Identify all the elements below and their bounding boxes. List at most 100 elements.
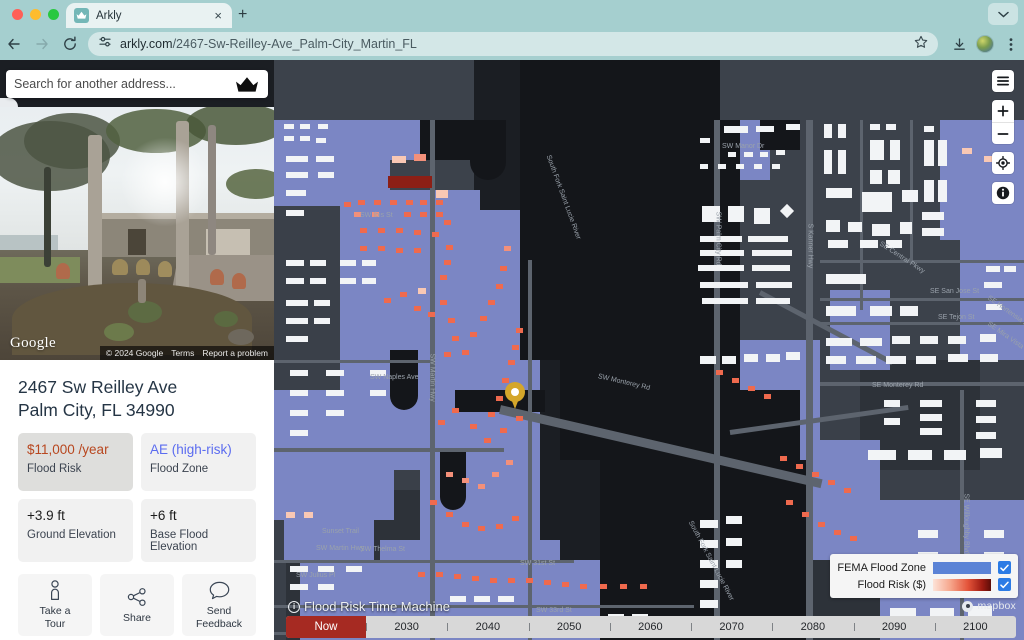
zoom-controls-group [992, 100, 1014, 144]
arkly-crown-logo-icon [234, 74, 260, 94]
new-tab-button[interactable]: + [238, 7, 247, 23]
mailbox-post [138, 279, 146, 303]
shrub [128, 301, 162, 323]
time-machine-year-2050[interactable]: 2050 [557, 616, 581, 638]
google-report-link[interactable]: Report a problem [202, 348, 268, 358]
send-feedback-label: Send Feedback [195, 605, 243, 631]
stat-value-base-flood-elevation: +6 ft [150, 507, 177, 523]
download-icon[interactable] [946, 31, 972, 57]
chevron-down-icon[interactable] [988, 3, 1018, 25]
time-machine-now-button[interactable]: Now [286, 616, 366, 638]
info-group [992, 182, 1014, 204]
tune-icon[interactable] [98, 35, 112, 54]
stat-card-flood-risk[interactable]: $11,000 /year Flood Risk [18, 432, 133, 491]
hamburger-icon[interactable] [992, 70, 1014, 92]
forward-arrow-icon[interactable] [28, 30, 56, 58]
time-machine-year-2080[interactable]: 2080 [801, 616, 825, 638]
url-domain: arkly.com [120, 37, 173, 51]
kebab-menu-icon[interactable] [998, 31, 1024, 57]
time-machine-tick [934, 623, 936, 631]
legend-swatch-fema [933, 561, 991, 574]
property-location-pin[interactable] [505, 382, 525, 410]
legend-checkbox-fema[interactable] [998, 561, 1011, 574]
time-machine-title-text: Flood Risk Time Machine [304, 599, 450, 614]
layers-menu-group [992, 70, 1014, 92]
reload-icon[interactable] [56, 30, 84, 58]
shrub [214, 311, 238, 327]
url-text: arkly.com/2467-Sw-Reilley-Ave_Palm-City_… [120, 37, 417, 51]
time-machine-year-2060[interactable]: 2060 [638, 616, 662, 638]
ornamental-plant [56, 263, 70, 279]
sun-glare [120, 137, 210, 227]
stat-card-ground-elevation[interactable]: +3.9 ft Ground Elevation [18, 498, 133, 563]
tab-title: Arkly [96, 9, 122, 22]
time-machine-year-2040[interactable]: 2040 [476, 616, 500, 638]
time-machine-tick [691, 623, 692, 631]
time-machine-tick [609, 623, 611, 631]
street-view-image[interactable]: Google © 2024 Google Terms Report a prob… [0, 107, 274, 360]
street-view-door [128, 229, 146, 255]
close-tab-icon[interactable]: × [212, 9, 224, 22]
boulder [228, 329, 254, 345]
take-a-tour-label: Take a Tour [39, 605, 71, 631]
ornamental-plant [136, 259, 150, 275]
property-stats-grid: $11,000 /year Flood Risk AE (high-risk) … [18, 432, 256, 563]
stat-label-flood-zone: Flood Zone [150, 463, 209, 476]
stat-value-flood-zone: AE (high-risk) [150, 441, 232, 457]
maximize-window-button[interactable] [48, 9, 59, 20]
time-machine-years[interactable]: 2030 2040 2050 2060 2070 2080 2090 2100 [366, 616, 1016, 638]
minimize-window-button[interactable] [30, 9, 41, 20]
search-bar: Search for another address... [6, 70, 268, 98]
zoom-out-button[interactable] [992, 122, 1014, 144]
address-bar[interactable]: arkly.com/2467-Sw-Reilley-Ave_Palm-City_… [88, 32, 938, 56]
window-traffic-lights [12, 9, 59, 20]
page-viewport: South Fork Saint Lucie River SW Ibis St … [0, 60, 1024, 640]
back-arrow-icon[interactable] [0, 30, 28, 58]
browser-tab-arkly[interactable]: Arkly × [66, 3, 232, 28]
search-input[interactable]: Search for another address... [6, 70, 268, 98]
stat-label-ground-elevation: Ground Elevation [27, 529, 116, 542]
send-feedback-button[interactable]: Send Feedback [182, 574, 256, 637]
stat-card-base-flood-elevation[interactable]: +6 ft Base Flood Elevation [141, 498, 256, 563]
legend-swatch-risk [933, 578, 991, 591]
address-line-2: Palm City, FL 34990 [18, 399, 175, 420]
ornamental-plant [210, 269, 224, 285]
take-a-tour-button[interactable]: Take a Tour [18, 574, 92, 637]
tree-trunk [44, 167, 51, 267]
zoom-in-button[interactable] [992, 100, 1014, 122]
stat-value-flood-risk: $11,000 /year [27, 441, 109, 457]
time-machine-year-2090[interactable]: 2090 [882, 616, 906, 638]
legend-row-fema: FEMA Flood Zone [837, 559, 1011, 576]
google-terms-link[interactable]: Terms [171, 348, 194, 358]
ornamental-plant [232, 273, 246, 289]
property-sidebar: Search for another address... Google © 2… [0, 60, 274, 640]
info-icon[interactable]: i [288, 600, 300, 613]
google-watermark: Google [10, 335, 56, 351]
google-copyright: © 2024 Google [105, 348, 164, 358]
star-icon[interactable] [914, 35, 928, 54]
speech-bubble-icon [209, 579, 230, 601]
time-machine-year-2030[interactable]: 2030 [394, 616, 418, 638]
time-machine-slider[interactable]: Now 2030 2040 2050 2060 2070 2080 2090 2100 [286, 616, 1016, 638]
ornamental-plant [158, 261, 172, 277]
legend-label-fema: FEMA Flood Zone [837, 561, 926, 574]
crosshair-icon[interactable] [992, 152, 1014, 174]
legend-checkbox-risk[interactable] [998, 578, 1011, 591]
stat-card-flood-zone[interactable]: AE (high-risk) Flood Zone [141, 432, 256, 491]
close-window-button[interactable] [12, 9, 23, 20]
time-machine-year-2070[interactable]: 2070 [719, 616, 743, 638]
time-machine-year-2100[interactable]: 2100 [963, 616, 987, 638]
time-machine-tick [447, 623, 449, 631]
share-button[interactable]: Share [100, 574, 174, 637]
profile-avatar[interactable] [972, 31, 998, 57]
geolocate-group [992, 152, 1014, 174]
time-machine-tick [366, 623, 367, 631]
person-tour-icon [47, 579, 63, 601]
browser-toolbar: arkly.com/2467-Sw-Reilley-Ave_Palm-City_… [0, 28, 1024, 60]
info-icon[interactable] [992, 182, 1014, 204]
stat-label-flood-risk: Flood Risk [27, 463, 82, 476]
tree-canopy [24, 113, 120, 169]
ornamental-plant [112, 259, 128, 275]
time-machine-title: i Flood Risk Time Machine [288, 599, 450, 614]
time-machine-tick [528, 623, 530, 631]
